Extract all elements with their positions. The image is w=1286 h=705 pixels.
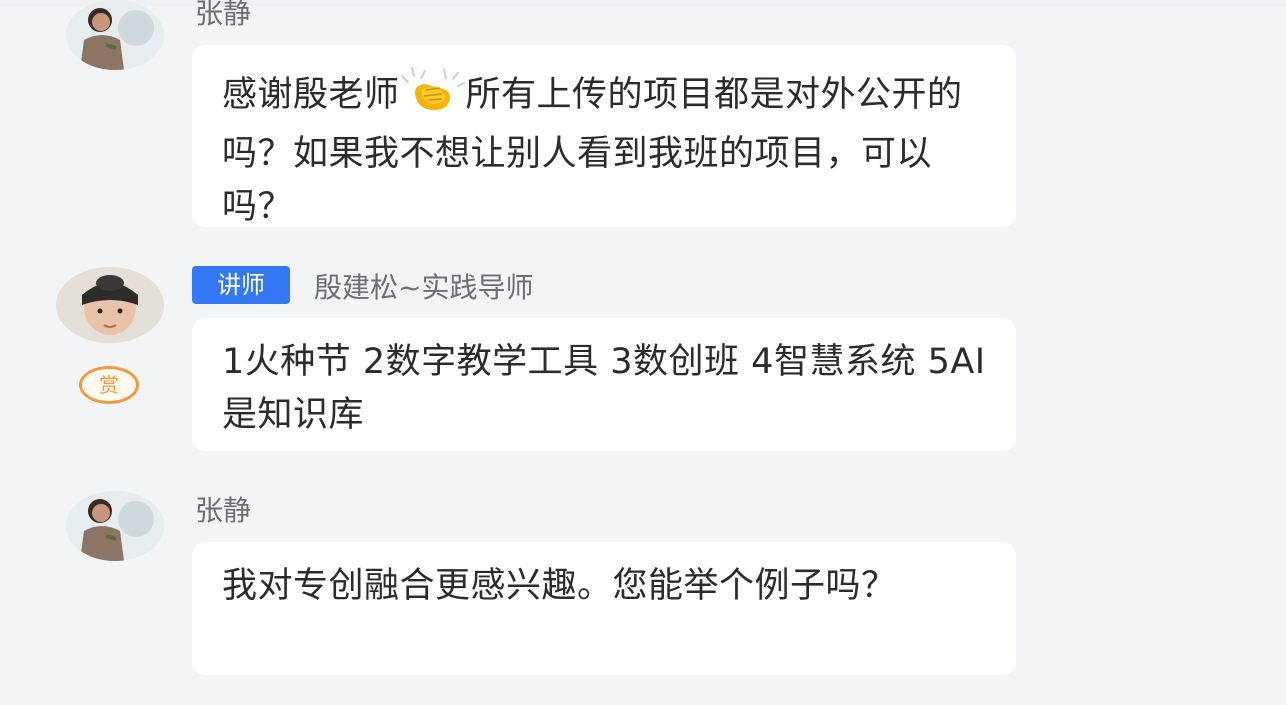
message-text-segment: 感谢殷老师 (222, 75, 400, 115)
message-text: 感谢殷老师 所有上传的项目都是对外公开的吗？如果我不想让别人看到我班的项目，可以… (222, 66, 986, 234)
avatar-photo-icon (66, 0, 164, 70)
sender-name: 张静 (195, 0, 252, 30)
reward-button[interactable]: 赏 (79, 366, 139, 404)
lecturer-badge: 讲师 (192, 266, 290, 304)
message-bubble[interactable]: 感谢殷老师 所有上传的项目都是对外公开的吗？如果我不想让别人看到我班的项目，可以… (192, 45, 1016, 227)
avatar[interactable] (56, 267, 164, 343)
clapping-hands-emoji-icon (400, 66, 466, 128)
top-strip (0, 0, 1286, 6)
avatar-photo-icon (66, 491, 164, 561)
sender-name: 张静 (195, 494, 252, 527)
message-bubble[interactable]: 我对专创融合更感兴趣。您能举个例子吗？ (192, 542, 1016, 675)
avatar-photo-icon (56, 267, 164, 343)
message-text: 1火种节 2数字教学工具 3数创班 4智慧系统 5AI是知识库 (222, 342, 986, 435)
sender-name: 殷建松~实践导师 (314, 271, 534, 304)
avatar[interactable] (66, 491, 164, 561)
message-bubble[interactable]: 1火种节 2数字教学工具 3数创班 4智慧系统 5AI是知识库 (192, 318, 1016, 451)
message-text: 我对专创融合更感兴趣。您能举个例子吗？ (222, 566, 897, 606)
avatar[interactable] (66, 0, 164, 70)
